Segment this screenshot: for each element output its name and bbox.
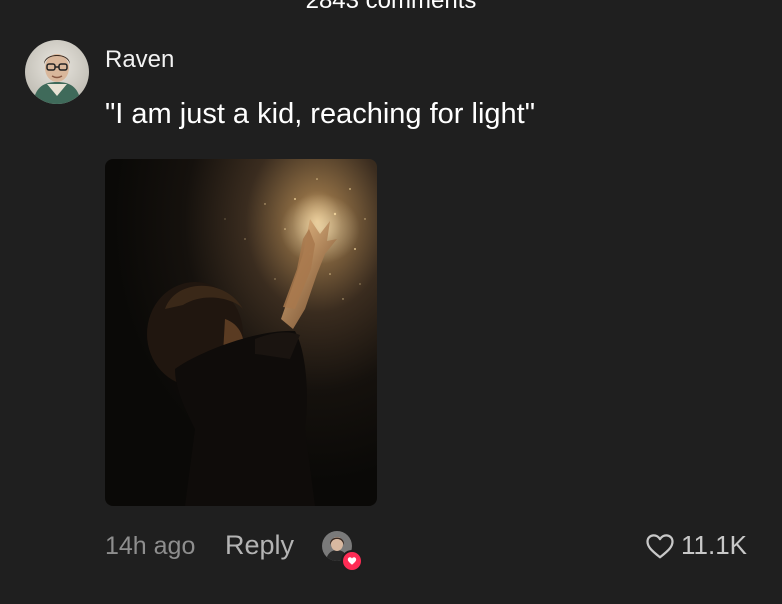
comment-photo[interactable] [105,159,377,506]
heart-badge-icon [341,550,363,572]
commenter-username[interactable]: Raven [105,46,174,74]
reply-button[interactable]: Reply [225,530,294,561]
like-button[interactable]: 11.1K [645,530,747,561]
avatar-image [25,40,89,104]
creator-liked-indicator [322,531,363,572]
commenter-avatar[interactable] [25,40,89,104]
heart-outline-icon[interactable] [645,532,675,560]
comment-timestamp: 14h ago [105,532,196,560]
comment-count-header: 2843 comments [305,0,477,14]
like-count: 11.1K [680,530,747,560]
comment-text: "I am just a kid, reaching for light" [105,98,536,130]
child-reaching-light-image [105,159,377,506]
